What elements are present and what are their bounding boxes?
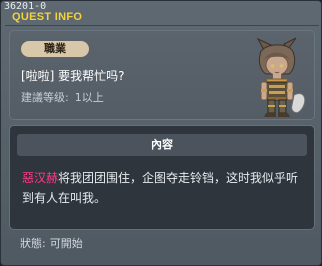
required-level-value: 1以上 <box>74 91 104 104</box>
quest-name: [啦啦] 要我帮忙吗? <box>21 69 125 83</box>
quest-status: 狀態: 可開始 <box>20 237 83 251</box>
npc-name: 惡汉赫 <box>22 171 59 185</box>
required-level-label: 建議等级: <box>21 91 69 104</box>
content-header: 內容 <box>17 134 307 156</box>
status-value: 可開始 <box>49 237 83 250</box>
header-divider <box>5 25 319 26</box>
quest-summary-panel: 職業 [啦啦] 要我帮忙吗? 建議等级: 1以上 <box>9 30 315 120</box>
content-text: 惡汉赫将我团团围住，企图夺走铃铛，这时我似乎听到有人在叫我。 <box>22 168 307 208</box>
window-title: QUEST INFO <box>12 11 83 23</box>
required-level: 建議等级: 1以上 <box>21 91 104 105</box>
npc-character-icon <box>256 37 306 117</box>
status-label: 狀態: <box>20 237 46 250</box>
content-body: 将我团团围住，企图夺走铃铛，这时我似乎听到有人在叫我。 <box>22 171 299 205</box>
quest-info-window: 36201-0 QUEST INFO 職業 [啦啦] 要我帮忙吗? 建議等级: 1… <box>0 0 322 266</box>
window-header[interactable]: 36201-0 QUEST INFO <box>1 1 322 25</box>
quest-content-panel: 內容 惡汉赫将我团团围住，企图夺走铃铛，这时我似乎听到有人在叫我。 <box>9 125 315 230</box>
job-tag: 職業 <box>21 41 89 57</box>
